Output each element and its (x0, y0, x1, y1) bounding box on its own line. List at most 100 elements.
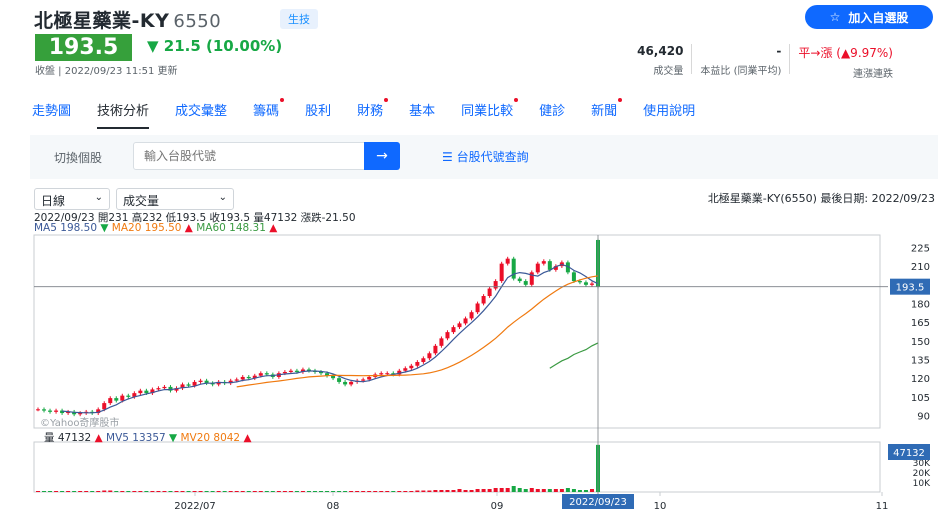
price-tick-label: 150 (911, 337, 930, 348)
volume-bar (523, 489, 528, 492)
mv20-value: MV20 8042 (180, 432, 241, 444)
candle-body (385, 373, 390, 375)
volume-bar (120, 491, 125, 492)
volume-bar (252, 491, 257, 492)
volume-bar (541, 489, 546, 492)
volume-bar (511, 486, 516, 492)
volume-bar (403, 491, 408, 492)
up-arrow-icon: ▲ (243, 432, 252, 444)
volume-bar (288, 491, 293, 492)
candle-body (246, 376, 251, 379)
volume-bar (373, 491, 378, 492)
watermark-text: ©Yahoo奇摩股市 (40, 416, 119, 429)
candle-body (192, 381, 197, 386)
x-axis-label: 09 (491, 501, 504, 512)
volume-bar (210, 491, 215, 492)
candle-body (583, 282, 588, 285)
candle-body (571, 272, 576, 282)
volume-bar (198, 491, 203, 492)
candle-body (589, 283, 594, 285)
candle-body (144, 390, 149, 394)
price-tick-label: 135 (911, 356, 930, 367)
candle-body (475, 303, 480, 313)
volume-bar (409, 491, 414, 492)
candle-body (505, 258, 510, 264)
volume-bar (102, 490, 107, 492)
volume-bar (397, 491, 402, 492)
volume-legend: 量 47132 ▲ MV5 13357 ▼ MV20 8042 ▲ (44, 430, 252, 445)
candle-body (379, 373, 384, 375)
candle-body (240, 376, 245, 380)
price-tick-label: 120 (911, 374, 930, 385)
volume-tick-label: 30K (913, 459, 931, 469)
candle-body (331, 375, 336, 379)
candle-body (547, 261, 552, 270)
volume-bar (174, 491, 179, 492)
candle-body (162, 386, 167, 389)
x-axis-label: 08 (327, 501, 340, 512)
candle-body (54, 410, 59, 412)
x-axis-label: 10 (654, 501, 667, 512)
volume-bar (216, 491, 221, 492)
volume-bar (391, 491, 396, 492)
candle-body (288, 370, 293, 372)
volume-bar (270, 491, 275, 492)
candle-body (499, 263, 504, 282)
volume-bar (361, 491, 366, 492)
volume-bar (240, 491, 245, 492)
volume-bar (282, 491, 287, 492)
candle-body (294, 370, 299, 372)
volume-bar (78, 491, 83, 492)
volume-tick-label: 10K (913, 479, 931, 489)
candle-body (264, 373, 269, 375)
volume-bar (343, 491, 348, 492)
candle-body (457, 323, 462, 328)
candle-body (403, 368, 408, 371)
candle-body (198, 380, 203, 382)
candle-body (409, 365, 414, 369)
volume-bar (421, 490, 426, 492)
volume-bar (84, 491, 89, 492)
volume-bar (451, 490, 456, 492)
volume-bar (60, 491, 65, 492)
volume-tick-label: 20K (913, 469, 931, 479)
volume-bar (228, 491, 233, 492)
candle-body (42, 409, 47, 411)
volume-bar (42, 491, 47, 492)
candle-body (361, 379, 366, 381)
volume-bar (114, 491, 119, 492)
volume-bar (325, 491, 330, 492)
volume-bar (337, 491, 342, 492)
candle-body (493, 281, 498, 289)
volume-bar (319, 491, 324, 492)
volume-bar (258, 491, 263, 492)
volume-bar (48, 491, 53, 492)
volume-bar (246, 491, 251, 492)
volume-bar (553, 489, 558, 492)
volume-bar (529, 488, 534, 492)
price-tick-label: 210 (911, 262, 930, 273)
volume-bar (505, 488, 510, 492)
volume-value: 量 47132 (44, 432, 92, 444)
price-chart[interactable]: 9010512013515016518019521022510K20K30K19… (0, 0, 949, 529)
last-price-label: 193.5 (896, 283, 925, 294)
candle-body (469, 312, 474, 319)
volume-bar (90, 491, 95, 492)
volume-bar (222, 491, 227, 492)
candle-body (48, 410, 53, 412)
candle-body (102, 403, 107, 410)
candle-body (433, 345, 438, 354)
candle-body (481, 296, 486, 304)
volume-bar (445, 490, 450, 492)
price-tick-label: 90 (917, 412, 930, 423)
volume-pane-frame (33, 441, 881, 493)
candle-body (156, 388, 161, 390)
candle-body (427, 353, 432, 359)
volume-bar (589, 489, 594, 492)
candle-body (349, 381, 354, 385)
mv5-value: MV5 13357 (106, 432, 166, 444)
candle-body (234, 379, 239, 381)
volume-bar (481, 489, 486, 492)
candle-body (451, 327, 456, 333)
volume-bar (379, 491, 384, 492)
